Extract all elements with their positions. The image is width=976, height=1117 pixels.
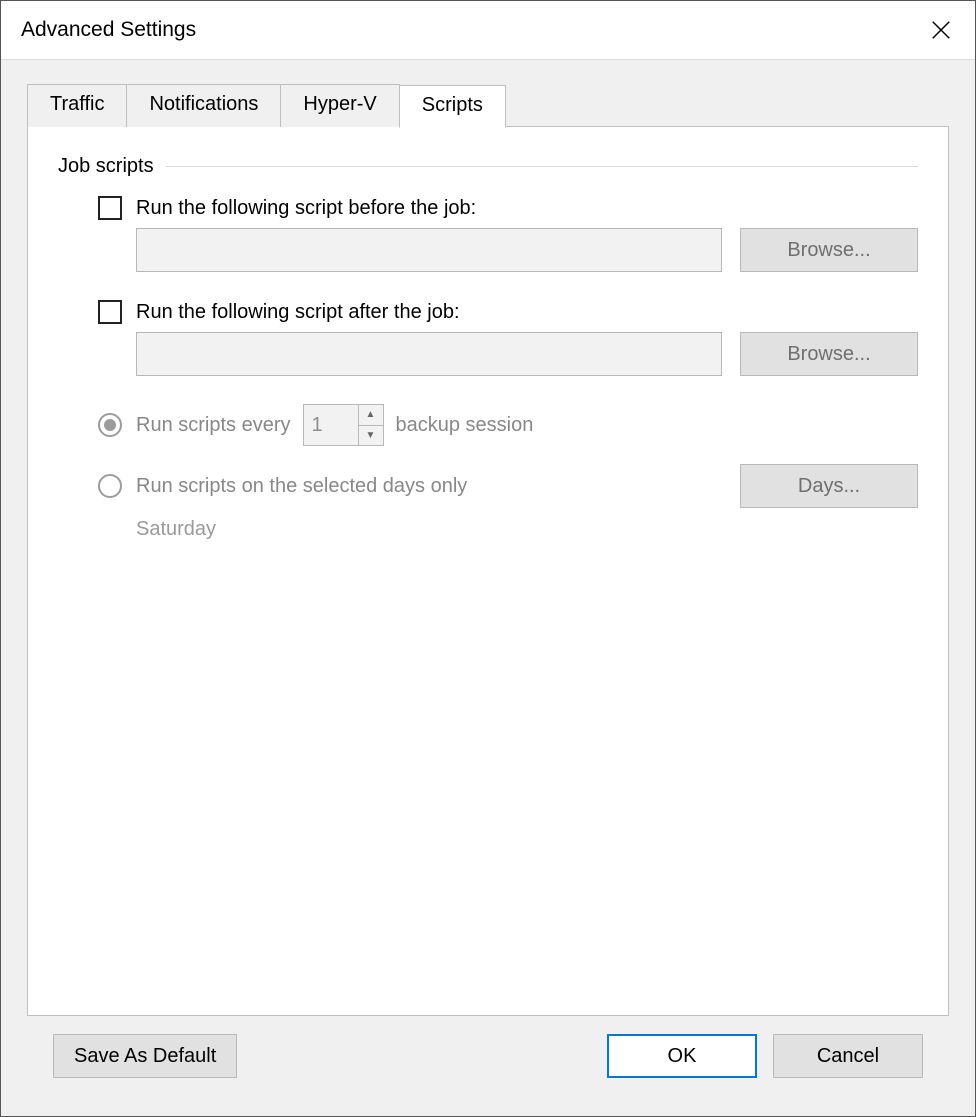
tab-traffic[interactable]: Traffic — [27, 84, 127, 127]
spinner-up-icon[interactable]: ▲ — [359, 405, 383, 425]
title-bar: Advanced Settings — [1, 1, 975, 59]
radio-selected-days[interactable] — [98, 474, 122, 498]
label-current-days: Saturday — [136, 518, 216, 541]
input-after-job-path[interactable] — [136, 332, 722, 376]
tab-scripts[interactable]: Scripts — [399, 85, 506, 128]
row-selected-days: Run scripts on the selected days only Da… — [98, 464, 918, 508]
advanced-settings-dialog: Advanced Settings Traffic Notifications … — [0, 0, 976, 1117]
spinner-value: 1 — [304, 405, 358, 445]
row-after-job: Run the following script after the job: — [98, 300, 918, 324]
dialog-body: Traffic Notifications Hyper-V Scripts Jo… — [1, 59, 975, 1116]
dialog-title: Advanced Settings — [21, 18, 196, 42]
save-as-default-button[interactable]: Save As Default — [53, 1034, 237, 1078]
cancel-button[interactable]: Cancel — [773, 1034, 923, 1078]
label-before-job: Run the following script before the job: — [136, 197, 476, 220]
group-divider — [166, 166, 918, 167]
close-button[interactable] — [917, 6, 965, 54]
radio-run-every[interactable] — [98, 413, 122, 437]
tab-panel-scripts: Job scripts Run the following script bef… — [27, 126, 949, 1016]
spinner-run-every[interactable]: 1 ▲ ▼ — [303, 404, 384, 446]
browse-after-button[interactable]: Browse... — [740, 332, 918, 376]
label-run-every-prefix: Run scripts every — [136, 414, 291, 437]
row-selected-days-current: Saturday — [136, 518, 918, 541]
close-icon — [930, 19, 952, 41]
input-row-before-job: Browse... — [136, 228, 918, 272]
input-row-after-job: Browse... — [136, 332, 918, 376]
dialog-footer: Save As Default OK Cancel — [27, 1016, 949, 1096]
spinner-arrows: ▲ ▼ — [358, 405, 383, 445]
browse-before-button[interactable]: Browse... — [740, 228, 918, 272]
ok-button[interactable]: OK — [607, 1034, 757, 1078]
label-after-job: Run the following script after the job: — [136, 301, 460, 324]
tab-strip: Traffic Notifications Hyper-V Scripts — [27, 84, 949, 127]
checkbox-after-job[interactable] — [98, 300, 122, 324]
row-before-job: Run the following script before the job: — [98, 196, 918, 220]
tab-hyper-v[interactable]: Hyper-V — [280, 84, 399, 127]
tab-notifications[interactable]: Notifications — [126, 84, 281, 127]
input-before-job-path[interactable] — [136, 228, 722, 272]
row-run-every: Run scripts every 1 ▲ ▼ backup session — [98, 404, 918, 446]
checkbox-before-job[interactable] — [98, 196, 122, 220]
label-selected-days: Run scripts on the selected days only — [136, 475, 467, 498]
days-button[interactable]: Days... — [740, 464, 918, 508]
group-job-scripts: Job scripts — [58, 155, 918, 178]
group-title: Job scripts — [58, 155, 154, 178]
label-run-every-suffix: backup session — [396, 414, 534, 437]
spinner-down-icon[interactable]: ▼ — [359, 425, 383, 446]
